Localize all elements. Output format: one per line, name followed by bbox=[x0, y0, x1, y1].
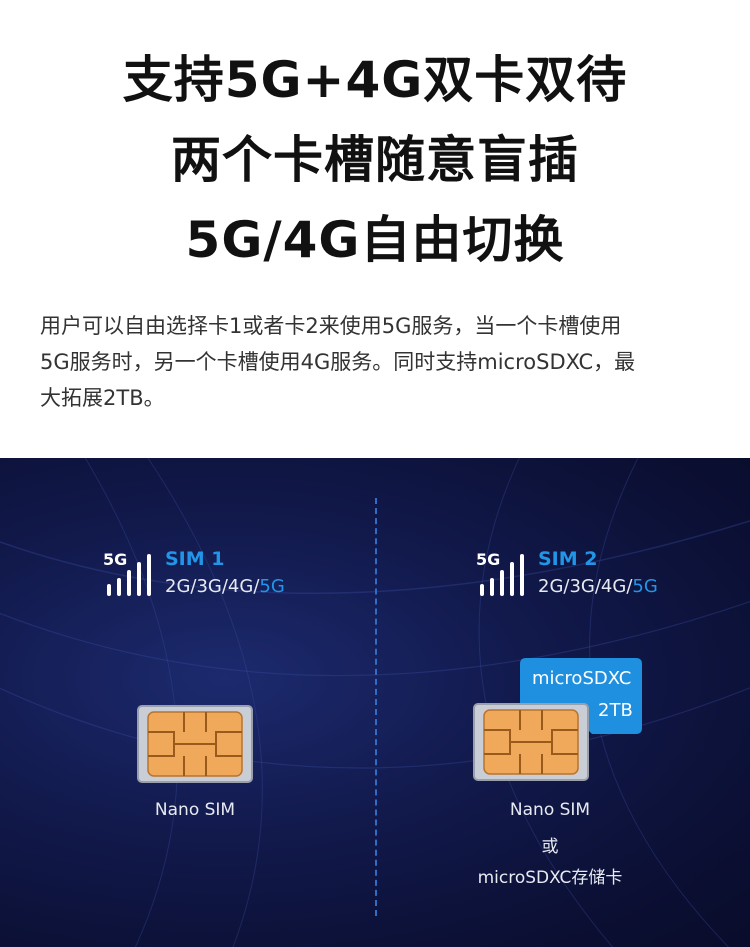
sim1-bands-prefix: 2G/3G/4G/ bbox=[165, 576, 260, 597]
signal-bars-icon bbox=[107, 554, 151, 596]
slot-divider bbox=[375, 498, 377, 916]
description-line-1: 用户可以自由选择卡1或者卡2来使用5G服务，当一个卡槽使用 bbox=[40, 314, 622, 338]
header-section: 支持5G+4G双卡双待 两个卡槽随意盲插 5G/4G自由切换 用户可以自由选择卡… bbox=[0, 0, 750, 458]
sim2-caption-line-3: microSDXC存储卡 bbox=[477, 868, 623, 888]
headline-line-2: 两个卡槽随意盲插 bbox=[171, 131, 579, 189]
sim2-bands-prefix: 2G/3G/4G/ bbox=[538, 576, 633, 597]
sim1-caption: Nano SIM bbox=[154, 800, 236, 820]
signal-bars-icon bbox=[480, 554, 524, 596]
sd-card-capacity: 2TB bbox=[598, 700, 633, 721]
sim-card-icon bbox=[137, 705, 253, 783]
sim2-bands-5g: 5G bbox=[632, 576, 658, 597]
sd-card-name: microSDXC bbox=[532, 668, 632, 689]
headline-line-3: 5G/4G自由切换 bbox=[185, 211, 565, 269]
sim1-title: SIM 1 bbox=[165, 548, 225, 570]
dual-sim-illustration: 5G SIM 1 2G/3G/4G/5G Nano SIM 5G SIM 2 2… bbox=[0, 458, 750, 947]
sim1-bands: 2G/3G/4G/5G bbox=[165, 576, 285, 597]
description: 用户可以自由选择卡1或者卡2来使用5G服务，当一个卡槽使用 5G服务时，另一个卡… bbox=[40, 308, 720, 416]
description-line-3: 大拓展2TB。 bbox=[40, 386, 165, 410]
description-line-2: 5G服务时，另一个卡槽使用4G服务。同时支持microSDXC，最 bbox=[40, 350, 636, 374]
sim2-caption-line-2: 或 bbox=[541, 837, 559, 857]
headline-line-1: 支持5G+4G双卡双待 bbox=[122, 51, 628, 109]
sim2-bands: 2G/3G/4G/5G bbox=[538, 576, 658, 597]
sim1-bands-5g: 5G bbox=[259, 576, 285, 597]
sim2-title: SIM 2 bbox=[538, 548, 598, 570]
sim2-caption-line-1: Nano SIM bbox=[509, 800, 591, 820]
sim-card-icon bbox=[473, 703, 589, 781]
